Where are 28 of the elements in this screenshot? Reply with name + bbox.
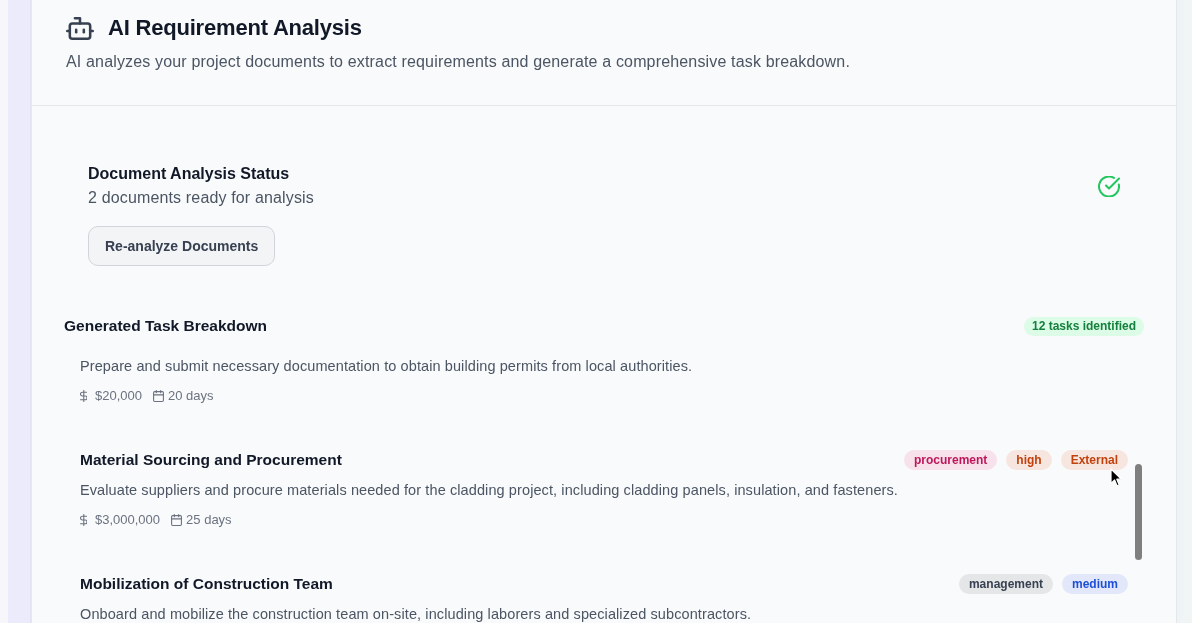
cost-text: $20,000	[95, 387, 142, 405]
task-count-badge: 12 tasks identified	[1023, 316, 1144, 336]
status-subtitle: 2 documents ready for analysis	[88, 188, 314, 208]
task-description: Onboard and mobilize the construction team on-site, including laborers and specialized subcontractors.	[80, 605, 752, 623]
task-description: Evaluate suppliers and procure materials needed for the cladding project, including cladding panels, insulation, and fasteners.	[80, 481, 898, 500]
task-tag: procurement	[903, 450, 998, 470]
task-tag: External	[1060, 450, 1128, 470]
task-tag: management	[958, 574, 1053, 594]
dollar-sign-icon	[80, 514, 87, 526]
status-title: Document Analysis Status	[88, 164, 291, 184]
task-title: Material Sourcing and Procurement	[80, 450, 342, 470]
re-analyze-button[interactable]: Re-analyze Documents	[88, 226, 276, 266]
calendar-icon	[171, 514, 183, 526]
page-description: AI analyzes your project documents to extract requirements and generate a comprehensive task breakdown.	[66, 52, 850, 72]
mouse-pointer-icon	[1110, 468, 1122, 487]
task-tag: medium	[1062, 574, 1128, 594]
duration-text: 20 days	[168, 387, 214, 405]
cost-text: $3,000,000	[95, 511, 161, 529]
calendar-icon	[153, 390, 164, 402]
dollar-sign-icon	[80, 390, 87, 402]
section-title: Generated Task Breakdown	[64, 316, 267, 336]
scrollbar-thumb[interactable]	[1135, 464, 1142, 560]
task-title: Mobilization of Construction Team	[80, 574, 333, 594]
robot-icon	[66, 16, 94, 40]
task-tag: high	[1006, 450, 1052, 470]
task-description: Prepare and submit necessary documentation to obtain building permits from local authorities.	[80, 357, 693, 376]
page-title: AI Requirement Analysis	[108, 14, 362, 42]
duration-text: 25 days	[186, 511, 232, 529]
